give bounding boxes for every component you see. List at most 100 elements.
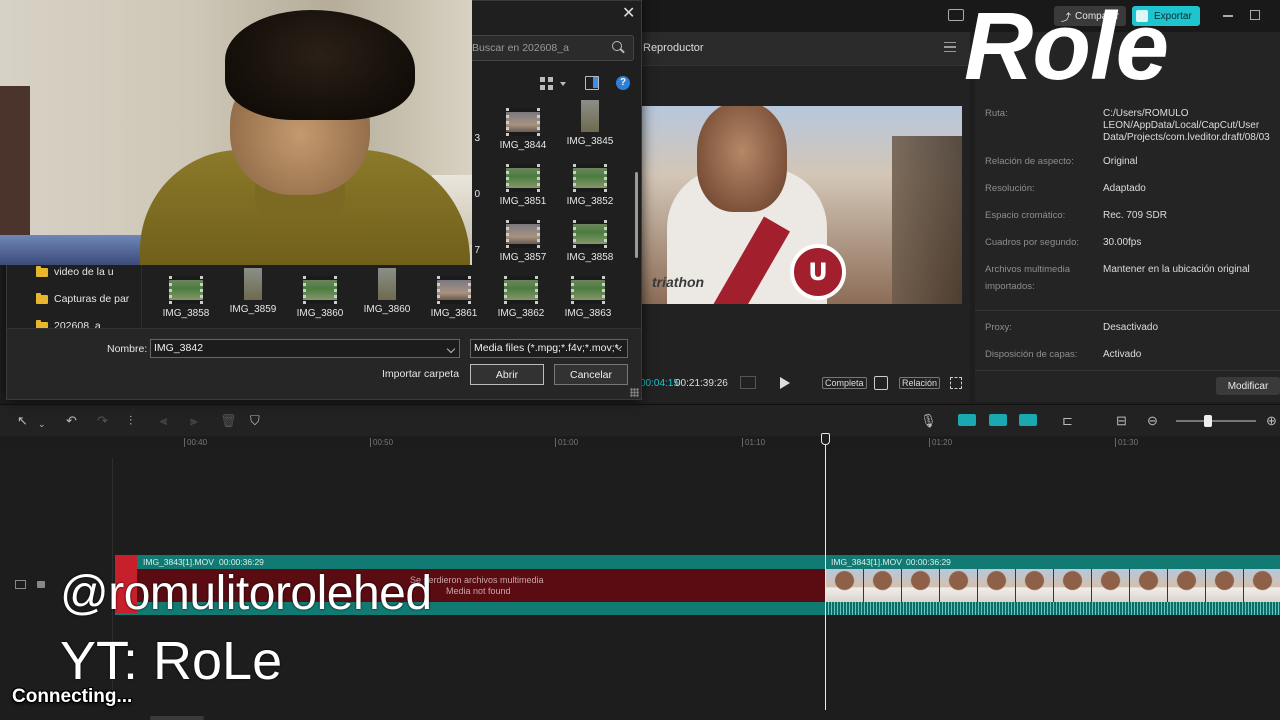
select-tool-icon[interactable]: ↖ — [17, 414, 28, 428]
zoom-out-icon[interactable]: ⊖ — [1147, 414, 1158, 428]
file-name: 3 — [474, 133, 480, 144]
video-thumbnail — [506, 108, 540, 136]
ruler-tick: 00:50 — [369, 438, 394, 447]
play-icon[interactable] — [780, 377, 790, 389]
shield-icon[interactable]: ⛉ — [250, 414, 260, 428]
magnet-icon[interactable] — [958, 414, 976, 426]
player-menu-icon[interactable] — [944, 42, 956, 52]
aspect-ratio-button[interactable]: Relación — [899, 377, 941, 389]
file-item[interactable]: IMG_3860 — [290, 276, 350, 319]
detail-value-resolution: Adaptado — [1103, 183, 1146, 194]
align-icon[interactable]: ⊏ — [1062, 414, 1073, 428]
maximize-icon[interactable] — [1250, 10, 1260, 20]
help-icon[interactable]: ? — [616, 76, 630, 90]
file-name: IMG_3845 — [566, 136, 614, 147]
detail-value-aspect: Original — [1103, 156, 1138, 167]
file-item[interactable]: IMG_3858 — [156, 276, 216, 319]
clip-waveform — [826, 602, 1280, 615]
file-type-select[interactable]: Media files (*.mpg;*.f4v;*.mov;*. — [470, 339, 628, 358]
preview-axis-icon[interactable] — [1019, 414, 1037, 426]
file-item[interactable]: IMG_3858 — [560, 220, 620, 263]
file-item[interactable]: IMG_3857 — [493, 220, 553, 263]
cancel-button[interactable]: Cancelar — [554, 364, 628, 385]
caption-icon[interactable]: ⊟ — [1116, 414, 1127, 428]
resize-grip-icon[interactable] — [630, 388, 639, 397]
file-name: 0 — [474, 189, 480, 200]
video-shirt-brand: triathon — [652, 274, 705, 290]
undo-icon[interactable]: ↶ — [66, 414, 77, 428]
file-item[interactable]: IMG_3860 — [357, 268, 417, 315]
file-item[interactable]: IMG_3852 — [560, 164, 620, 207]
detail-label-resolution: Resolución: — [985, 183, 1035, 194]
file-item[interactable]: IMG_3862 — [491, 276, 551, 319]
video-clip-thumbnails[interactable] — [826, 569, 1280, 602]
youtube-overlay: YT: RoLe — [60, 631, 283, 691]
split-right-icon: ⫸ — [190, 413, 198, 428]
webcam-person-hair — [225, 10, 415, 120]
detail-value-path: C:/Users/ROMULO LEON/AppData/Local/CapCu… — [1103, 108, 1270, 143]
video-thumbnail — [506, 164, 540, 192]
full-quality-button[interactable]: Completa — [822, 377, 867, 389]
file-name: 7 — [474, 245, 480, 256]
track-cover-icon[interactable] — [15, 580, 26, 589]
webcam-overlay — [0, 0, 472, 265]
clip-frame — [1206, 569, 1244, 602]
preview-pane-icon[interactable] — [585, 76, 599, 90]
modify-button[interactable]: Modificar — [1216, 377, 1280, 395]
folder-icon — [36, 265, 48, 277]
file-name: IMG_3862 — [497, 308, 545, 319]
ruler-tick: 01:20 — [928, 438, 953, 447]
nav-item-captures[interactable]: Capturas de par — [36, 292, 129, 305]
file-item[interactable]: IMG_3845 — [560, 100, 620, 147]
playhead[interactable] — [825, 440, 826, 710]
view-mode-icon[interactable] — [540, 77, 553, 90]
search-input[interactable]: Buscar en 202608_a — [466, 35, 634, 61]
file-item[interactable]: IMG_3863 — [558, 276, 618, 319]
file-item[interactable]: IMG_3851 — [493, 164, 553, 207]
playhead-handle[interactable] — [821, 433, 830, 445]
file-name-input[interactable]: IMG_3842 — [150, 339, 460, 358]
file-item[interactable]: IMG_3859 — [223, 268, 283, 315]
layout-icon[interactable] — [948, 9, 964, 21]
role-overlay-title: Role — [964, 0, 1169, 100]
club-logo-icon: U — [790, 244, 846, 300]
nav-item-label: video de la u — [54, 266, 114, 278]
ruler-tick: 00:40 — [183, 438, 208, 447]
file-list-scrollbar[interactable] — [635, 172, 638, 258]
file-name: IMG_3860 — [363, 304, 411, 315]
open-button[interactable]: Abrir — [470, 364, 544, 385]
grid-icon[interactable] — [740, 376, 756, 389]
link-icon[interactable] — [989, 414, 1007, 426]
minimize-icon[interactable] — [1223, 15, 1233, 17]
search-icon[interactable] — [612, 41, 622, 51]
crop-icon[interactable] — [874, 376, 888, 390]
zoom-in-icon[interactable]: ⊕ — [1266, 414, 1277, 428]
video-thumbnail — [506, 220, 540, 248]
nav-item-video[interactable]: video de la u — [36, 265, 114, 278]
microphone-icon[interactable]: 🎙 — [920, 414, 937, 428]
video-person-face — [697, 106, 787, 212]
video-background-tree — [892, 136, 962, 304]
chevron-down-icon[interactable] — [560, 82, 566, 86]
split-icon[interactable]: ⫶ — [129, 414, 132, 428]
file-item[interactable]: IMG_3844 — [493, 108, 553, 151]
detail-label-layers: Disposición de capas: — [985, 349, 1078, 360]
video-thumbnail — [571, 276, 605, 304]
connection-status: Connecting... — [12, 686, 133, 707]
redo-icon: ↷ — [97, 413, 108, 428]
current-time: 00:04:15 — [640, 378, 679, 389]
close-icon[interactable]: ✕ — [622, 6, 635, 22]
horizontal-scrollbar[interactable] — [150, 716, 204, 720]
zoom-slider-thumb[interactable] — [1204, 415, 1212, 427]
file-name-label: Nombre: — [107, 343, 148, 355]
detail-value-layers: Activado — [1103, 349, 1142, 360]
import-folder-button[interactable]: Importar carpeta — [382, 368, 459, 380]
track-lock-icon[interactable] — [37, 581, 45, 588]
video-thumbnail — [437, 276, 471, 304]
clip-frame — [1168, 569, 1206, 602]
file-item[interactable]: IMG_3861 — [424, 276, 484, 319]
zoom-slider[interactable] — [1176, 420, 1256, 422]
fullscreen-icon[interactable] — [950, 377, 962, 389]
chevron-down-icon[interactable]: ⌄ — [38, 417, 46, 431]
video-preview[interactable]: U triathon — [642, 106, 962, 304]
